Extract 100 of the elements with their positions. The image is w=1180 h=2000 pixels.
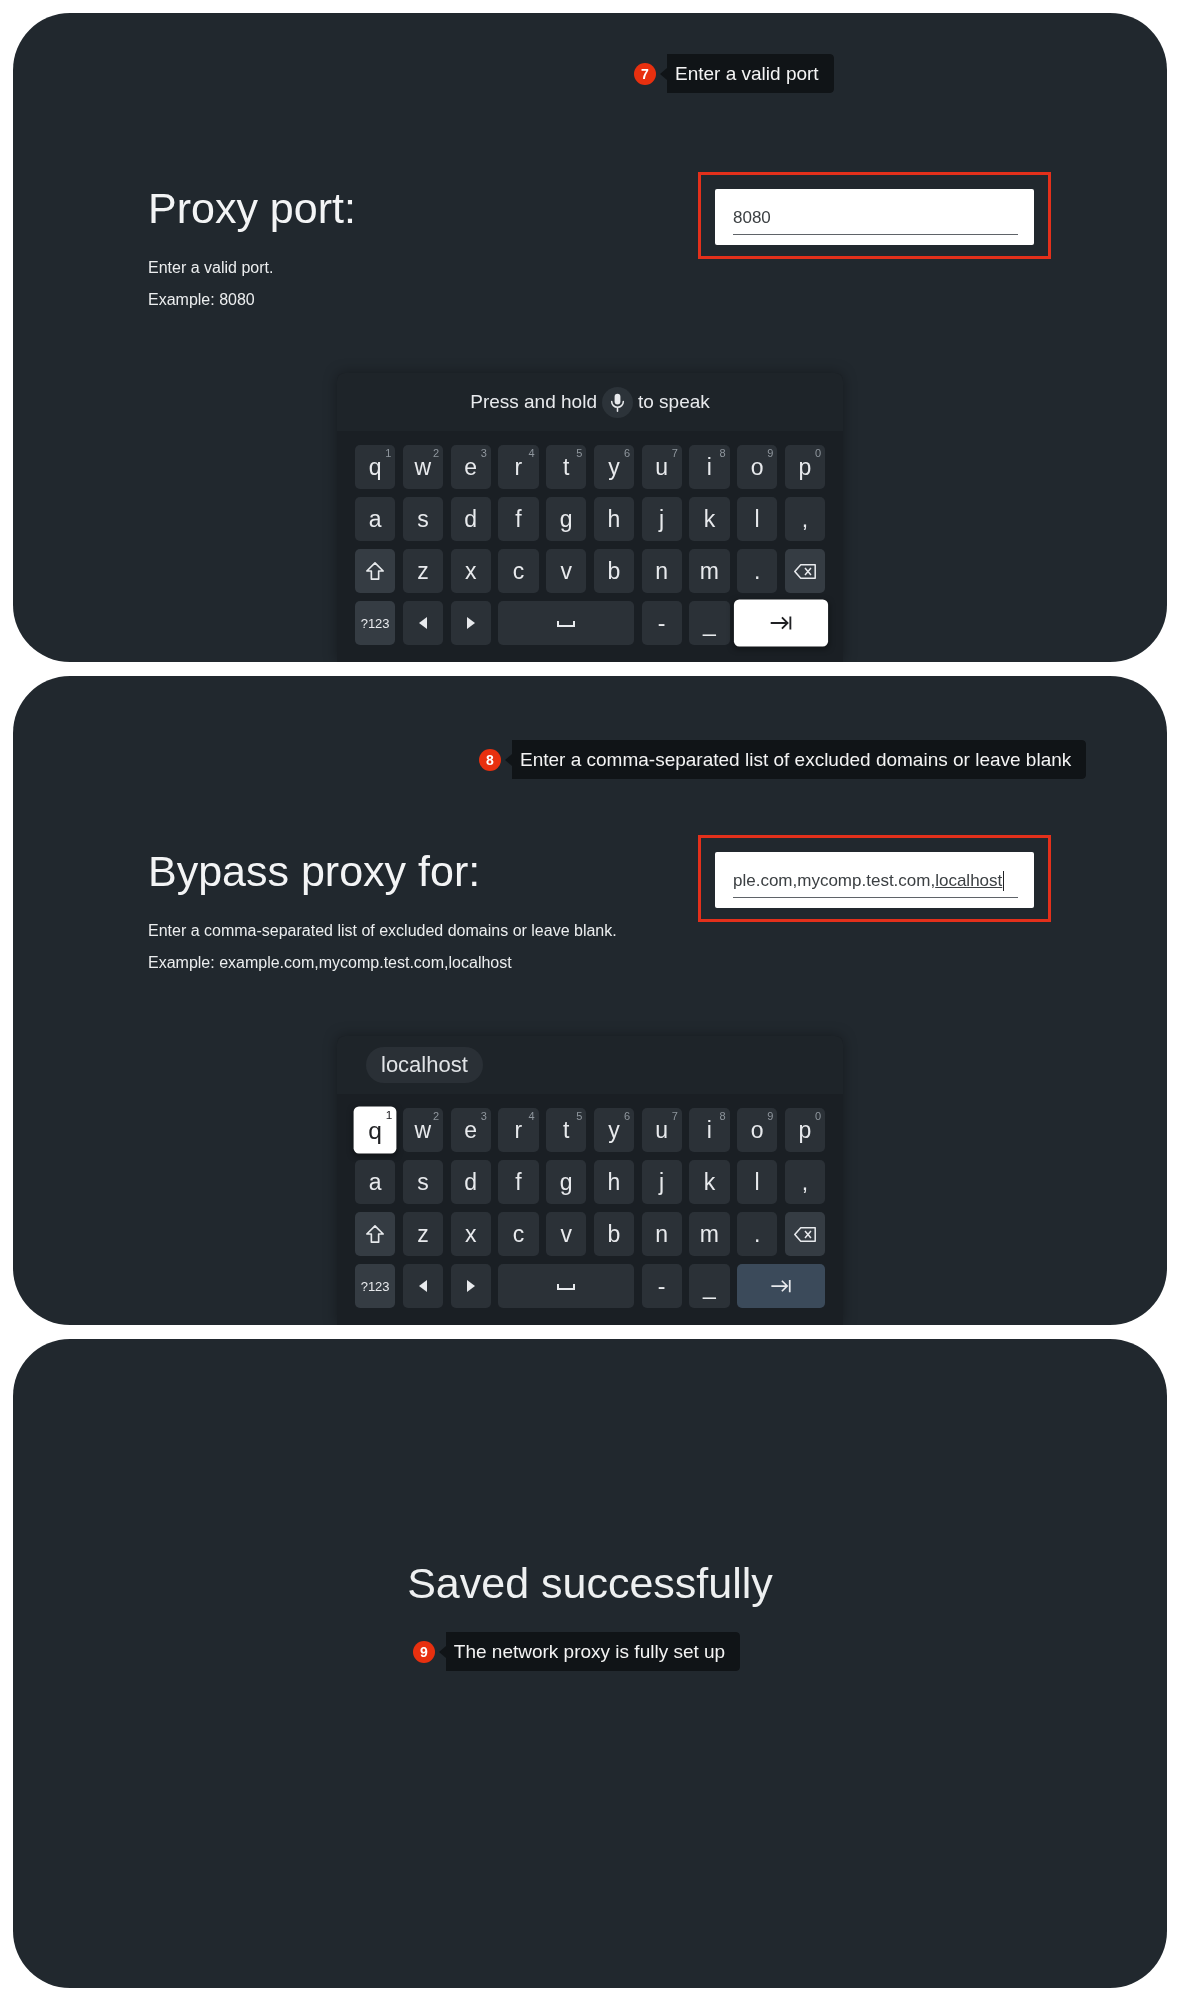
help-text: Example: 8080 [148, 290, 255, 310]
keyboard-key[interactable]: k [689, 1160, 730, 1204]
keyboard-key[interactable]: t 5 [546, 445, 587, 489]
keyboard-key[interactable]: c [498, 1212, 539, 1256]
key-hint: 3 [480, 448, 487, 459]
keyboard-key[interactable]: d [450, 1160, 491, 1204]
keyboard-key[interactable]: . [737, 1212, 778, 1256]
keyboard-key[interactable]: n [641, 1212, 682, 1256]
outline-up-arrow-icon [365, 1224, 386, 1244]
help-text: Example: example.com,mycomp.test.com,localhost [148, 953, 512, 973]
keyboard-key[interactable]: i 8 [689, 1108, 730, 1152]
arrow-to-bar-icon [769, 615, 793, 631]
keyboard-key[interactable]: h [593, 497, 634, 541]
keyboard-key[interactable]: l [737, 1160, 778, 1204]
field-title: Proxy port: [148, 183, 356, 234]
keyboard-key[interactable]: f [498, 497, 539, 541]
backspace-key[interactable] [784, 549, 825, 593]
backspace-icon [792, 562, 817, 580]
shift-key[interactable] [355, 549, 396, 593]
text-field[interactable]: 8080 [715, 189, 1034, 245]
keyboard-key[interactable]: g [546, 1160, 587, 1204]
key-hint: 2 [432, 448, 439, 459]
key-hint: 7 [671, 448, 678, 459]
suggestion-chip[interactable]: localhost [366, 1047, 483, 1083]
step-badge: 8 [479, 748, 501, 771]
status-title: Saved successfully [407, 1558, 773, 1609]
left-triangle-icon [418, 1280, 427, 1292]
keyboard-key[interactable]: . [737, 549, 778, 593]
key-hint: 8 [719, 1111, 726, 1122]
keyboard-key[interactable]: v [546, 1212, 587, 1256]
cursor-right-key[interactable] [450, 1264, 491, 1308]
backspace-icon [792, 1225, 817, 1243]
keyboard-key[interactable]: - [641, 1264, 682, 1308]
keyboard-key[interactable]: v [546, 549, 587, 593]
keyboard-key[interactable]: z [402, 549, 443, 593]
keyboard-key[interactable]: _ [689, 601, 730, 645]
text-field[interactable]: ple.com,mycomp.test.com,localhost [715, 852, 1034, 908]
keyboard-key[interactable]: j [641, 1160, 682, 1204]
keyboard-key[interactable]: x [450, 1212, 491, 1256]
keyboard-key[interactable]: s [402, 497, 443, 541]
field-title: Bypass proxy for: [148, 846, 481, 897]
keyboard-key[interactable]: _ [689, 1264, 730, 1308]
keyboard-key[interactable]: b [593, 1212, 634, 1256]
key-hint: 9 [767, 448, 774, 459]
key-hint: 6 [623, 448, 630, 459]
arrow-to-bar-icon [770, 1279, 792, 1293]
keyboard-key[interactable]: z [402, 1212, 443, 1256]
keyboard-key[interactable]: , [784, 1160, 825, 1204]
cursor-right-key[interactable] [450, 601, 491, 645]
tooltip: Enter a valid port [660, 54, 834, 93]
keyboard-key[interactable]: j [641, 497, 682, 541]
keyboard-key[interactable]: r 4 [498, 445, 539, 489]
keyboard-key[interactable]: l [737, 497, 778, 541]
keyboard-key[interactable]: i 8 [689, 445, 730, 489]
keyboard-key[interactable]: t 5 [546, 1108, 587, 1152]
keyboard-key[interactable]: f [498, 1160, 539, 1204]
key-hint: 6 [623, 1111, 630, 1122]
keyboard-key[interactable]: d [450, 497, 491, 541]
keyboard-key[interactable]: h [593, 1160, 634, 1204]
keyboard-key[interactable]: g [546, 497, 587, 541]
key-hint: 2 [432, 1111, 439, 1122]
keyboard-key[interactable]: , [784, 497, 825, 541]
cursor-left-key[interactable] [402, 1264, 443, 1308]
right-triangle-icon [466, 1280, 475, 1292]
keyboard-key[interactable]: r 4 [498, 1108, 539, 1152]
keyboard-key[interactable]: c [498, 549, 539, 593]
space-bar-icon [557, 619, 576, 627]
keyboard-key[interactable]: a [355, 497, 396, 541]
help-text: Enter a valid port. [148, 258, 274, 278]
keyboard-key[interactable]: s [402, 1160, 443, 1204]
text-caret [1003, 871, 1005, 891]
key-hint: 3 [480, 1111, 487, 1122]
keyboard-key[interactable]: n [641, 549, 682, 593]
space-bar-icon [557, 1282, 576, 1290]
keyboard-key[interactable]: b [593, 549, 634, 593]
key-hint: 4 [528, 1111, 535, 1122]
tooltip: The network proxy is fully set up [438, 1632, 741, 1671]
left-triangle-icon [418, 617, 427, 629]
keyboard-key[interactable]: a [355, 1160, 396, 1204]
symbols-key[interactable]: ?123 [355, 1264, 396, 1308]
backspace-key[interactable] [784, 1212, 825, 1256]
hint-text: to speak [637, 391, 710, 413]
keyboard-key[interactable]: x [450, 549, 491, 593]
shift-key[interactable] [355, 1212, 396, 1256]
cursor-left-key[interactable] [402, 601, 443, 645]
symbols-key[interactable]: ?123 [355, 601, 396, 645]
keyboard-key[interactable]: - [641, 601, 682, 645]
tooltip: Enter a comma-separated list of excluded domains or leave blank [505, 740, 1087, 779]
key-hint: 1 [385, 448, 392, 459]
keyboard-key[interactable]: k [689, 497, 730, 541]
help-text: Enter a comma-separated list of excluded domains or leave blank. [148, 921, 617, 941]
key-hint: 7 [671, 1111, 678, 1122]
key-hint: 5 [576, 1111, 583, 1122]
step-badge: 9 [412, 1640, 435, 1663]
key-hint: 5 [576, 448, 583, 459]
key-hint: 0 [814, 448, 821, 459]
keyboard-key[interactable]: m [689, 549, 730, 593]
step-badge: 7 [634, 62, 656, 85]
keyboard-key[interactable]: m [689, 1212, 730, 1256]
tab-key[interactable] [733, 599, 829, 647]
